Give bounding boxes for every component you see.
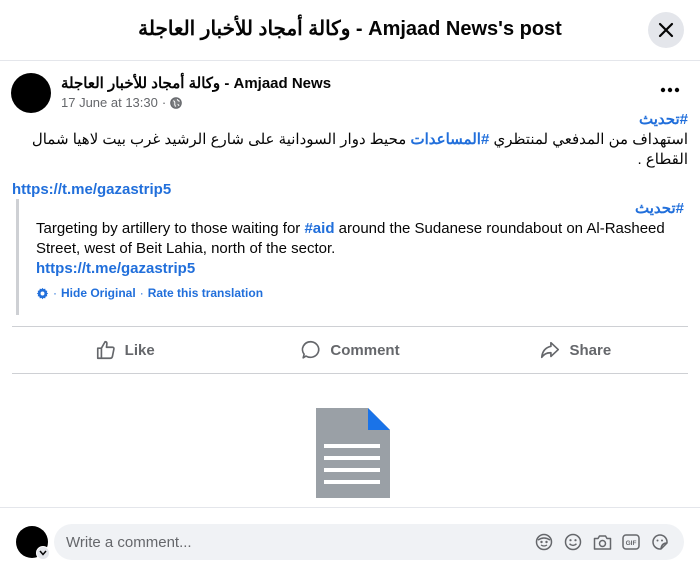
actions-dot-2: · [139,286,144,300]
share-icon [541,341,560,359]
svg-text:GIF: GIF [626,540,637,547]
more-options-button[interactable] [652,76,688,104]
hashtag-aid-link[interactable]: #aid [304,220,334,237]
sticker-button[interactable] [650,532,670,552]
like-button[interactable]: Like [12,327,237,373]
translation-telegram-link[interactable]: https://t.me/gazastrip5 [36,260,195,277]
rate-translation-link[interactable]: Rate this translation [148,286,263,300]
avatar-sticker-icon [535,533,553,551]
avatar-menu-badge[interactable] [36,546,50,560]
share-button[interactable]: Share [463,327,688,373]
comment-label: Comment [330,341,400,359]
close-button[interactable] [648,12,684,48]
translation-actions: · Hide Original · Rate this translation [36,286,688,300]
gif-button[interactable]: GIF [621,532,641,552]
comment-tools: GIF [534,524,670,560]
translation-hashtag-row: #تحديث [36,199,684,219]
photo-button[interactable] [592,532,612,552]
chevron-down-icon [39,550,47,556]
post-body: #تحديث استهداف من المدفعي لمنتظري #المسا… [12,110,688,199]
emoji-icon [564,533,582,551]
telegram-link[interactable]: https://t.me/gazastrip5 [12,181,171,198]
comment-placeholder: Write a comment... [66,533,192,551]
sticker-icon [652,534,668,550]
document-icon[interactable] [316,408,390,498]
original-text-part1: استهداف من المدفعي لمنتظري [489,131,688,148]
more-icon [660,87,680,93]
modal-title: وكالة أمجاد للأخبار العاجلة - Amjaad New… [138,18,562,40]
page-name[interactable]: وكالة أمجاد للأخبار العاجلة - Amjaad New… [61,74,331,92]
post-meta: 17 June at 13:30 · [61,95,183,110]
share-label: Share [569,341,612,359]
actions-dot-1: · [53,286,57,300]
meta-separator: · [161,95,167,110]
attachment-area [12,376,688,506]
globe-icon [170,96,183,109]
gear-icon[interactable] [36,287,49,300]
translation-text-part1: Targeting by artillery to those waiting … [36,220,305,237]
modal-header: وكالة أمجاد للأخبار العاجلة - Amjaad New… [0,0,700,61]
hashtag-aid-ar-link[interactable]: #المساعدات [410,131,489,148]
comment-bar: Write a comment... GIF [0,507,700,577]
like-icon [96,340,115,360]
post-original-text: #تحديث استهداف من المدفعي لمنتظري #المسا… [12,110,688,170]
like-label: Like [124,341,155,359]
emoji-button[interactable] [563,532,583,552]
hashtag-update-link[interactable]: #تحديث [639,111,688,128]
translation-hashtag-update-link[interactable]: #تحديث [635,200,684,217]
close-icon [658,22,674,38]
camera-icon [593,534,611,550]
avatar-sticker-button[interactable] [534,532,554,552]
post-timestamp[interactable]: 17 June at 13:30 [61,95,158,110]
hide-original-link[interactable]: Hide Original [61,286,136,300]
gif-icon: GIF [622,534,640,550]
translation-text: Targeting by artillery to those waiting … [36,219,676,259]
page-avatar[interactable] [11,73,51,113]
comment-input[interactable]: Write a comment... GIF [54,524,684,560]
comment-icon [302,340,320,359]
comment-button[interactable]: Comment [237,327,462,373]
post-actions-bar: Like Comment Share [12,326,688,374]
translation-block: #تحديث Targeting by artillery to those w… [16,199,688,315]
